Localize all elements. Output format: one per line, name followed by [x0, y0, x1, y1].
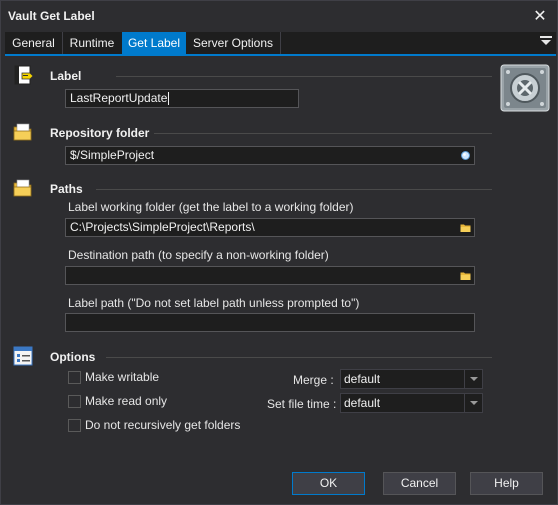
label-input[interactable]: LastReportUpdate: [65, 89, 299, 108]
close-icon: ✕: [533, 8, 547, 25]
options-section-title: Options: [50, 350, 96, 364]
help-button[interactable]: Help: [470, 472, 543, 495]
working-folder-value: C:\Projects\SimpleProject\Reports\: [70, 220, 255, 234]
tab-get-label[interactable]: Get Label: [122, 32, 186, 54]
merge-label: Merge :: [293, 373, 334, 387]
checkbox-box[interactable]: [68, 419, 81, 432]
set-file-time-label: Set file time :: [267, 397, 337, 411]
dialog-window: Vault Get Label ✕ General Runtime Get La…: [0, 0, 558, 505]
robot-logo-icon: [500, 64, 550, 112]
ok-button[interactable]: OK: [292, 472, 365, 495]
browse-folder-icon[interactable]: [460, 222, 471, 233]
make-writable-label: Make writable: [85, 370, 160, 384]
folder-icon: [13, 179, 32, 197]
checkbox-box[interactable]: [68, 395, 81, 408]
tab-strip: General Runtime Get Label Server Options: [5, 32, 556, 54]
label-tag-icon: [14, 65, 34, 85]
tab-server-options[interactable]: Server Options: [186, 32, 281, 54]
merge-select[interactable]: default: [340, 369, 483, 389]
chevron-down-icon[interactable]: [464, 394, 482, 412]
checkbox-box[interactable]: [68, 371, 81, 384]
make-read-only-label: Make read only: [85, 394, 168, 408]
repository-folder-input[interactable]: $/SimpleProject: [65, 146, 475, 165]
close-button[interactable]: ✕: [523, 1, 557, 31]
browse-folder-icon[interactable]: [460, 270, 471, 281]
chevron-down-icon[interactable]: [464, 370, 482, 388]
label-section-title: Label: [50, 69, 82, 83]
tab-underline: [5, 54, 556, 56]
section-divider: [96, 189, 492, 190]
tab-general[interactable]: General: [5, 32, 63, 54]
label-input-value: LastReportUpdate: [70, 91, 168, 105]
section-divider: [106, 357, 492, 358]
paths-section-title: Paths: [50, 182, 83, 196]
tab-runtime[interactable]: Runtime: [62, 32, 123, 54]
title-bar: Vault Get Label ✕: [1, 1, 557, 31]
section-divider: [116, 76, 492, 77]
destination-path-input[interactable]: [65, 266, 475, 285]
tab-menu-icon[interactable]: [540, 36, 552, 50]
browse-repository-icon[interactable]: [460, 150, 471, 161]
set-file-time-value: default: [344, 396, 381, 410]
folder-icon: [13, 123, 32, 141]
label-path-label: Label path ("Do not set label path unles…: [68, 296, 360, 310]
repository-section-title: Repository folder: [50, 126, 150, 140]
section-divider: [154, 133, 492, 134]
merge-select-value: default: [344, 372, 381, 386]
cancel-button[interactable]: Cancel: [383, 472, 456, 495]
repository-folder-value: $/SimpleProject: [70, 148, 155, 162]
window-title: Vault Get Label: [8, 9, 95, 23]
working-folder-label: Label working folder (get the label to a…: [68, 200, 354, 214]
options-list-icon: [13, 346, 33, 366]
destination-path-label: Destination path (to specify a non-worki…: [68, 248, 329, 262]
working-folder-input[interactable]: C:\Projects\SimpleProject\Reports\: [65, 218, 475, 237]
label-path-input[interactable]: [65, 313, 475, 332]
set-file-time-select[interactable]: default: [340, 393, 483, 413]
no-recursive-label: Do not recursively get folders: [85, 418, 241, 432]
